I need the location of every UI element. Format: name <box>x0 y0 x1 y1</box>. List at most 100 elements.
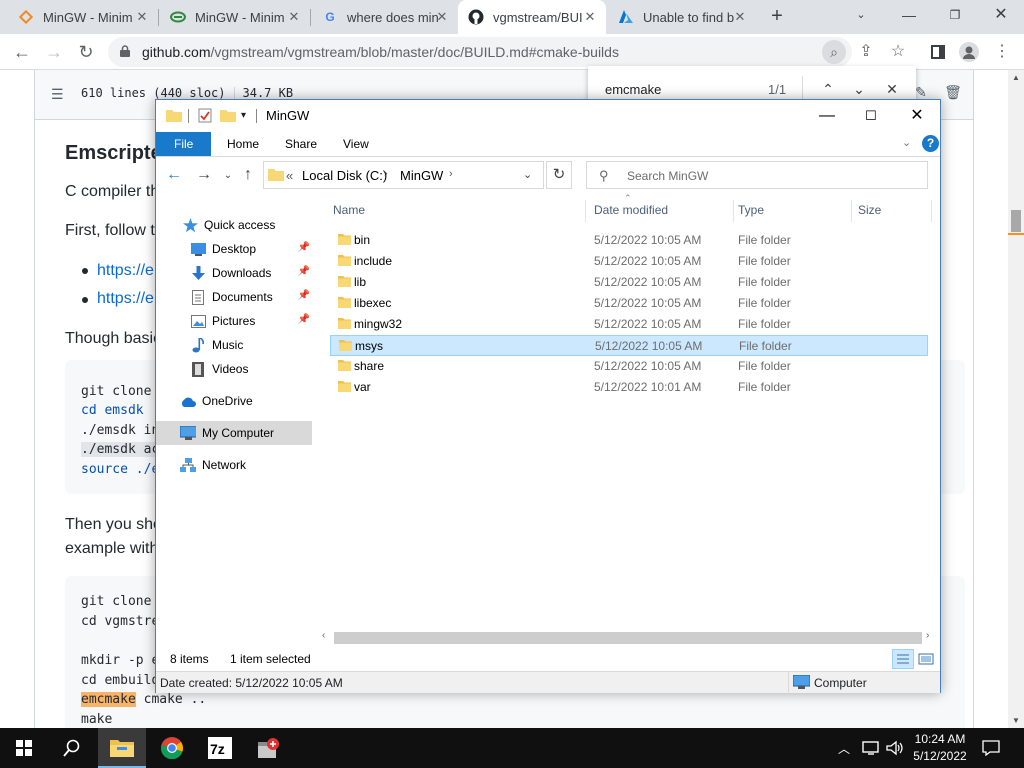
search-button[interactable] <box>48 728 96 768</box>
file-row[interactable]: libexec 5/12/2022 10:05 AM File folder <box>330 293 928 314</box>
find-previous-button[interactable]: ⌃ <box>816 77 840 101</box>
file-row[interactable]: lib 5/12/2022 10:05 AM File folder <box>330 272 928 293</box>
tab-view[interactable]: View <box>333 132 379 156</box>
find-close-button[interactable]: ✕ <box>880 77 904 101</box>
refresh-button[interactable]: ↻ <box>546 161 572 189</box>
pin-icon[interactable]: 📌 <box>298 314 310 325</box>
details-view-icon[interactable] <box>892 649 914 669</box>
find-input[interactable]: emcmake <box>605 82 661 97</box>
recent-locations-icon[interactable]: ⌄ <box>218 170 238 188</box>
taskbar-file-explorer[interactable] <box>98 728 146 768</box>
pin-icon[interactable]: 📌 <box>298 242 310 253</box>
network-tray-icon[interactable] <box>862 740 880 759</box>
nav-onedrive[interactable]: OneDrive <box>156 389 312 413</box>
breadcrumb-overflow[interactable]: « <box>286 168 293 183</box>
start-button[interactable] <box>0 728 48 768</box>
horizontal-scrollbar[interactable]: ‹ › <box>320 629 940 646</box>
taskbar-7zip[interactable]: 7z <box>196 728 244 768</box>
browser-tab-1[interactable]: MinGW - Minim ✕ <box>8 0 159 34</box>
nav-my-computer[interactable]: My Computer <box>156 421 312 445</box>
breadcrumb-chevron-icon[interactable]: › <box>449 168 453 180</box>
nav-quick-access[interactable]: Quick access <box>156 213 312 237</box>
expand-ribbon-icon[interactable]: ⌄ <box>902 136 911 149</box>
new-folder-icon[interactable] <box>220 108 236 124</box>
close-tab-icon[interactable]: ✕ <box>732 9 748 25</box>
browser-tab-5[interactable]: Unable to find b ✕ <box>608 0 756 34</box>
column-header-type[interactable]: Type <box>734 197 852 223</box>
minimize-button[interactable]: — <box>804 100 850 131</box>
close-tab-icon[interactable]: ✕ <box>134 9 150 25</box>
forward-arrow-icon[interactable]: → <box>194 166 214 184</box>
close-button[interactable]: ✕ <box>894 100 940 131</box>
column-header-date[interactable]: Date modified <box>590 197 734 223</box>
nav-documents[interactable]: Documents 📌 <box>156 285 312 309</box>
scroll-down-arrow-icon[interactable]: ▼ <box>1012 716 1020 725</box>
scroll-up-arrow-icon[interactable]: ▲ <box>1012 73 1020 82</box>
profile-avatar-icon[interactable] <box>957 41 981 63</box>
horizontal-scroll-thumb[interactable] <box>334 632 922 644</box>
forward-button[interactable]: → <box>40 38 68 66</box>
back-button[interactable]: ← <box>8 38 36 66</box>
tab-search-icon[interactable]: ⌄ <box>838 0 884 30</box>
breadcrumb-chevron-icon[interactable]: › <box>384 168 388 180</box>
tab-file[interactable]: File <box>156 132 212 156</box>
notifications-icon[interactable] <box>982 740 1000 759</box>
delete-trash-icon[interactable]: 🗑 <box>943 84 963 104</box>
scrollbar-thumb[interactable] <box>1011 210 1021 232</box>
file-row[interactable]: msys 5/12/2022 10:05 AM File folder <box>330 335 928 356</box>
address-dropdown-icon[interactable]: ⌄ <box>523 168 532 181</box>
column-header-name[interactable]: Name <box>330 197 586 223</box>
address-bar[interactable]: github.com/vgmstream/vgmstream/blob/mast… <box>108 37 852 67</box>
close-tab-icon[interactable]: ✕ <box>582 9 598 25</box>
up-arrow-icon[interactable]: ↑ <box>238 166 258 184</box>
file-row[interactable]: share 5/12/2022 10:05 AM File folder <box>330 356 928 377</box>
side-panel-icon[interactable] <box>926 41 950 63</box>
browser-tab-3[interactable]: G where does min ✕ <box>312 0 458 34</box>
nav-desktop[interactable]: Desktop 📌 <box>156 237 312 261</box>
close-tab-icon[interactable]: ✕ <box>434 9 450 25</box>
page-scrollbar[interactable]: ▲ ▼ <box>1008 70 1024 728</box>
taskbar-chrome[interactable] <box>148 728 196 768</box>
file-row[interactable]: mingw32 5/12/2022 10:05 AM File folder <box>330 314 928 335</box>
nav-music[interactable]: Music <box>156 333 312 357</box>
nav-videos[interactable]: Videos <box>156 357 312 381</box>
customize-qa-dropdown-icon[interactable]: ▾ <box>241 110 257 126</box>
pin-icon[interactable]: 📌 <box>298 290 310 301</box>
browser-tab-4-active[interactable]: vgmstream/BUI ✕ <box>458 0 606 34</box>
reload-button[interactable]: ↻ <box>72 38 100 66</box>
column-header-size[interactable]: Size <box>852 197 932 223</box>
tray-overflow-icon[interactable]: ︿ <box>838 740 850 757</box>
scroll-left-arrow-icon[interactable]: ‹ <box>322 630 325 641</box>
breadcrumb-mingw[interactable]: MinGW <box>400 168 443 183</box>
link[interactable]: https://e <box>97 262 154 280</box>
properties-check-icon[interactable] <box>198 108 214 124</box>
address-box[interactable]: « Local Disk (C:) › MinGW › ⌄ <box>263 161 544 189</box>
minimize-button[interactable]: — <box>886 0 932 30</box>
find-next-button[interactable]: ⌄ <box>847 77 871 101</box>
file-row[interactable]: bin 5/12/2022 10:05 AM File folder <box>330 230 928 251</box>
tab-share[interactable]: Share <box>275 132 327 156</box>
taskbar-installer[interactable] <box>244 728 292 768</box>
outline-list-icon[interactable]: ☰ <box>51 86 64 103</box>
restore-button[interactable]: ❐ <box>932 0 978 30</box>
pin-icon[interactable]: 📌 <box>298 266 310 277</box>
breadcrumb-local-disk[interactable]: Local Disk (C:) <box>302 168 387 183</box>
nav-pictures[interactable]: Pictures 📌 <box>156 309 312 333</box>
link[interactable]: https://e <box>97 290 154 308</box>
nav-network[interactable]: Network <box>156 453 312 477</box>
file-row[interactable]: include 5/12/2022 10:05 AM File folder <box>330 251 928 272</box>
back-arrow-icon[interactable]: ← <box>164 166 184 184</box>
bookmark-star-icon[interactable]: ☆ <box>886 41 910 63</box>
share-icon[interactable]: ⇪ <box>854 41 878 63</box>
large-icons-view-icon[interactable] <box>915 649 937 669</box>
tab-home[interactable]: Home <box>217 132 269 156</box>
scroll-right-arrow-icon[interactable]: › <box>926 630 929 641</box>
close-tab-icon[interactable]: ✕ <box>286 9 302 25</box>
find-in-page-icon[interactable]: ⌕ <box>822 40 846 64</box>
clock[interactable]: 10:24 AM 5/12/2022 <box>900 731 980 765</box>
browser-tab-2[interactable]: MinGW - Minim ✕ <box>160 0 311 34</box>
maximize-button[interactable]: ☐ <box>848 100 894 131</box>
nav-downloads[interactable]: Downloads 📌 <box>156 261 312 285</box>
file-row[interactable]: var 5/12/2022 10:01 AM File folder <box>330 377 928 398</box>
help-icon[interactable]: ? <box>922 135 939 152</box>
